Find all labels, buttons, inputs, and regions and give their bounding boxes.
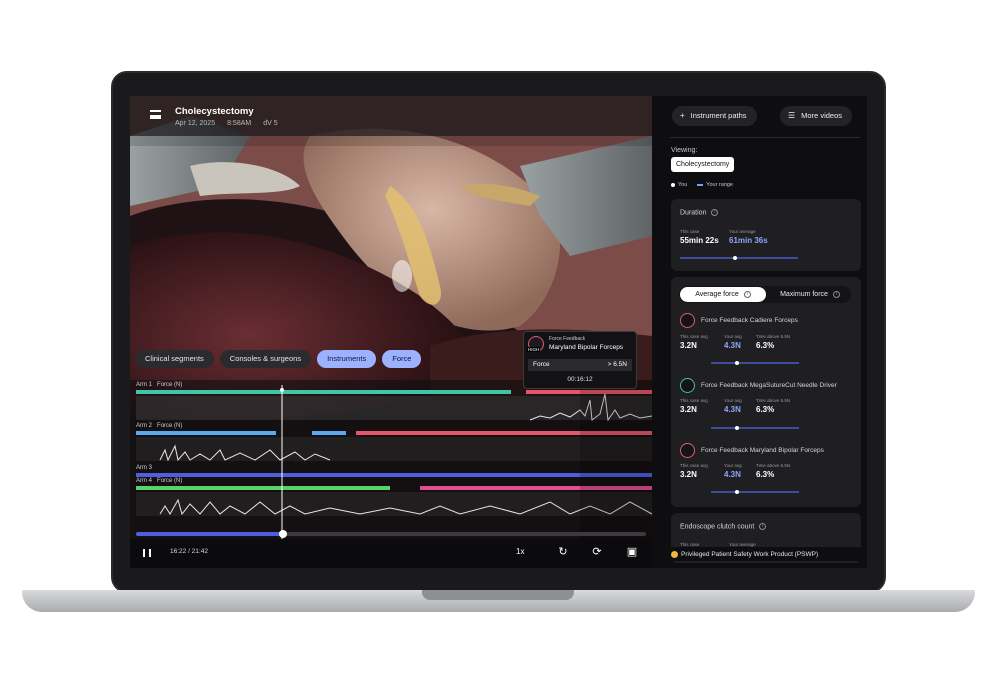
case-avg-label: This case avg	[680, 334, 708, 339]
duration-avg-value: 61min 36s	[729, 236, 768, 245]
force-card: Average force i Maximum force i Force Feed…	[671, 277, 861, 507]
needle-driver-icon	[680, 378, 695, 393]
case-avg-label: This case avg	[680, 463, 708, 468]
arm-1-label: Arm 1 Force (N)	[136, 382, 183, 388]
procedure-meta: Apr 12, 2025 8:58AM dV 5	[175, 120, 278, 127]
tab-maximum-force[interactable]: Maximum force i	[769, 287, 851, 302]
loop-icon[interactable]: ⟳	[591, 546, 603, 558]
chip-instruments[interactable]: Instruments	[317, 350, 377, 368]
time-above-value: 6.3%	[756, 405, 775, 414]
cadiere-forceps-icon	[680, 313, 695, 328]
replay-icon[interactable]: ↻	[557, 546, 569, 558]
scrubber-fill	[136, 532, 282, 536]
case-avg-value: 3.2N	[680, 405, 697, 414]
tooltip-caption: Force Feedback	[549, 336, 586, 342]
export-icon[interactable]: ▣	[626, 546, 638, 558]
legend-range: Your range	[697, 182, 733, 188]
arm-2-label: Arm 2 Force (N)	[136, 423, 183, 429]
duration-title: Duration i	[680, 209, 719, 216]
your-avg-value: 4.3N	[724, 341, 741, 350]
viewing-label: Viewing:	[671, 147, 698, 154]
force-range-bar	[711, 427, 799, 429]
force-tooltip: HIGH Force Feedback Maryland Bipolar For…	[523, 331, 637, 389]
duration-card: Duration i This case 55min 22s Your avera…	[671, 199, 861, 271]
pswp-text: Privileged Patient Safety Work Product (…	[681, 550, 819, 558]
plus-icon: +	[680, 111, 685, 120]
time-above-label: Time above 6.5N	[756, 398, 791, 403]
your-avg-label: Your avg	[724, 334, 742, 339]
duration-marker	[733, 256, 737, 260]
playback-controls: 16:22 / 21:42 1x ↻ ⟳ ▣	[130, 539, 652, 568]
arm-3-label: Arm 3	[136, 465, 153, 471]
procedure-system: dV 5	[263, 120, 278, 127]
more-videos-button[interactable]: ☰ More videos	[780, 106, 853, 126]
force-range-bar	[711, 362, 799, 364]
tooltip-metric: Force	[533, 361, 550, 368]
legend: You Your range	[671, 182, 733, 188]
duration-avg-label: Your average	[729, 229, 756, 234]
scrubber-track[interactable]	[136, 530, 646, 538]
force-range-bar	[711, 491, 799, 493]
case-avg-value: 3.2N	[680, 470, 697, 479]
chip-force[interactable]: Force	[382, 350, 422, 368]
time-above-value: 6.3%	[756, 470, 775, 479]
your-avg-label: Your avg	[724, 463, 742, 468]
endoscope-title: Endoscope clutch count i	[680, 523, 767, 530]
hamburger-icon[interactable]	[150, 110, 161, 119]
procedure-time: 8:58AM	[227, 120, 252, 127]
laptop-notch	[422, 590, 574, 600]
your-avg-label: Your avg	[724, 398, 742, 403]
time-above-label: Time above 6.5N	[756, 334, 791, 339]
force-toggle: Average force i Maximum force i	[679, 286, 851, 303]
chip-consoles-surgeons[interactable]: Consoles & surgeons	[219, 350, 312, 368]
force-marker	[735, 426, 739, 430]
your-avg-value: 4.3N	[724, 405, 741, 414]
bipolar-forceps-icon	[680, 443, 695, 458]
divider	[670, 137, 860, 138]
chip-clinical-segments[interactable]: Clinical segments	[135, 350, 214, 368]
filter-chips: Clinical segments Consoles & surgeons In…	[135, 350, 422, 368]
instrument-paths-button[interactable]: + Instrument paths	[672, 106, 757, 126]
list-icon: ☰	[788, 111, 796, 120]
instrument-name: Force Feedback Cadiere Forceps	[701, 317, 798, 324]
case-avg-value: 3.2N	[680, 341, 697, 350]
pause-icon[interactable]	[143, 549, 151, 557]
instrument-name: Force Feedback MegaSutureCut Needle Driv…	[701, 382, 837, 389]
time-above-value: 6.3%	[756, 341, 775, 350]
pswp-footer: Privileged Patient Safety Work Product (…	[671, 547, 861, 561]
viewing-chip[interactable]: Cholecystectomy	[671, 157, 735, 172]
warning-icon	[671, 550, 678, 558]
info-icon[interactable]: i	[711, 209, 719, 216]
tooltip-timestamp: 00:16:12	[567, 376, 593, 383]
playback-speed[interactable]: 1x	[516, 547, 524, 556]
video-player[interactable]: Cholecystectomy Apr 12, 2025 8:58AM dV 5	[130, 96, 652, 568]
your-avg-value: 4.3N	[724, 470, 741, 479]
info-icon[interactable]: i	[832, 290, 840, 298]
case-avg-label: This case avg	[680, 398, 708, 403]
app-screen: Cholecystectomy Apr 12, 2025 8:58AM dV 5	[130, 96, 867, 568]
scrubber-handle[interactable]	[279, 530, 287, 538]
video-header: Cholecystectomy Apr 12, 2025 8:58AM dV 5	[130, 96, 652, 136]
info-icon[interactable]: i	[743, 290, 751, 298]
duration-range-bar	[680, 257, 798, 259]
playback-time: 16:22 / 21:42	[170, 548, 208, 555]
duration-case-value: 55min 22s	[680, 236, 719, 245]
info-icon[interactable]: i	[759, 523, 767, 530]
instrument-name: Force Feedback Maryland Bipolar Forceps	[701, 447, 824, 454]
tooltip-instrument: Maryland Bipolar Forceps	[549, 344, 624, 351]
arm-4-label: Arm 4 Force (N)	[136, 478, 183, 484]
track-lanes	[136, 380, 652, 540]
procedure-title: Cholecystectomy	[175, 106, 254, 117]
force-marker	[735, 361, 739, 365]
procedure-date: Apr 12, 2025	[175, 120, 216, 127]
tooltip-metric-row: Force > 6.5N	[528, 359, 632, 371]
duration-case-label: This case	[680, 229, 700, 234]
tooltip-value: > 6.5N	[607, 361, 627, 368]
force-marker	[735, 490, 739, 494]
severity-badge: HIGH	[527, 347, 541, 352]
legend-you: You	[671, 182, 687, 188]
insights-panel: + Instrument paths ☰ More videos Viewing: …	[652, 96, 867, 568]
time-above-label: Time above 6.5N	[756, 463, 791, 468]
tab-average-force[interactable]: Average force i	[680, 287, 766, 302]
